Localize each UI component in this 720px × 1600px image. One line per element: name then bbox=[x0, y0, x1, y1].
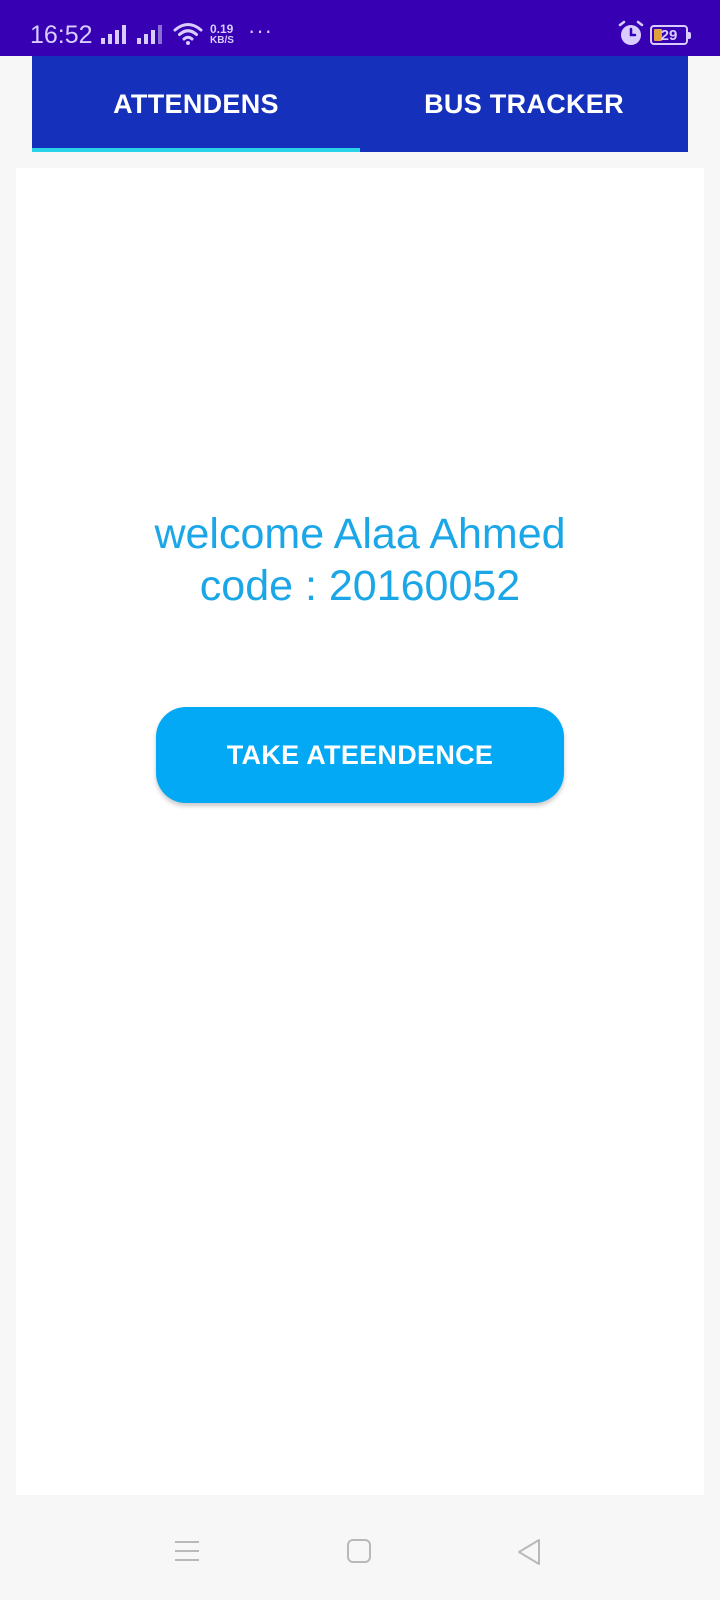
attendance-panel: welcome Alaa Ahmed code : 20160052 TAKE … bbox=[16, 168, 704, 1495]
home-icon[interactable] bbox=[346, 1538, 372, 1564]
tab-attendens[interactable]: ATTENDENS bbox=[32, 56, 360, 152]
network-speed-unit: KB/S bbox=[210, 35, 234, 46]
tab-bus-tracker[interactable]: BUS TRACKER bbox=[360, 56, 688, 152]
signal-icon bbox=[137, 25, 162, 44]
wifi-icon bbox=[173, 23, 203, 45]
status-time: 16:52 bbox=[30, 21, 93, 49]
welcome-message: welcome Alaa Ahmed code : 20160052 bbox=[16, 508, 704, 612]
network-speed: 0.19 KB/S bbox=[210, 23, 234, 47]
signal-icon bbox=[101, 25, 126, 44]
status-bar: 16:52 0.19 KB/S ··· 29 bbox=[0, 0, 720, 56]
back-icon[interactable] bbox=[516, 1538, 542, 1566]
student-code: code : 20160052 bbox=[199, 562, 521, 610]
battery-level: 29 bbox=[660, 26, 678, 44]
navigation-bar bbox=[0, 1508, 720, 1600]
menu-icon[interactable] bbox=[174, 1538, 200, 1564]
alarm-icon bbox=[618, 20, 644, 45]
network-speed-value: 0.19 bbox=[210, 22, 234, 36]
tab-bar: ATTENDENS BUS TRACKER bbox=[32, 56, 688, 152]
more-notifications-icon: ··· bbox=[248, 18, 273, 43]
take-attendance-button[interactable]: TAKE ATEENDENCE bbox=[156, 707, 564, 803]
welcome-text: welcome Alaa Ahmed bbox=[154, 510, 566, 558]
app-screen: 16:52 0.19 KB/S ··· 29 ATTENDENS BUS TRA… bbox=[0, 0, 720, 1600]
battery-icon: 29 bbox=[650, 25, 691, 45]
